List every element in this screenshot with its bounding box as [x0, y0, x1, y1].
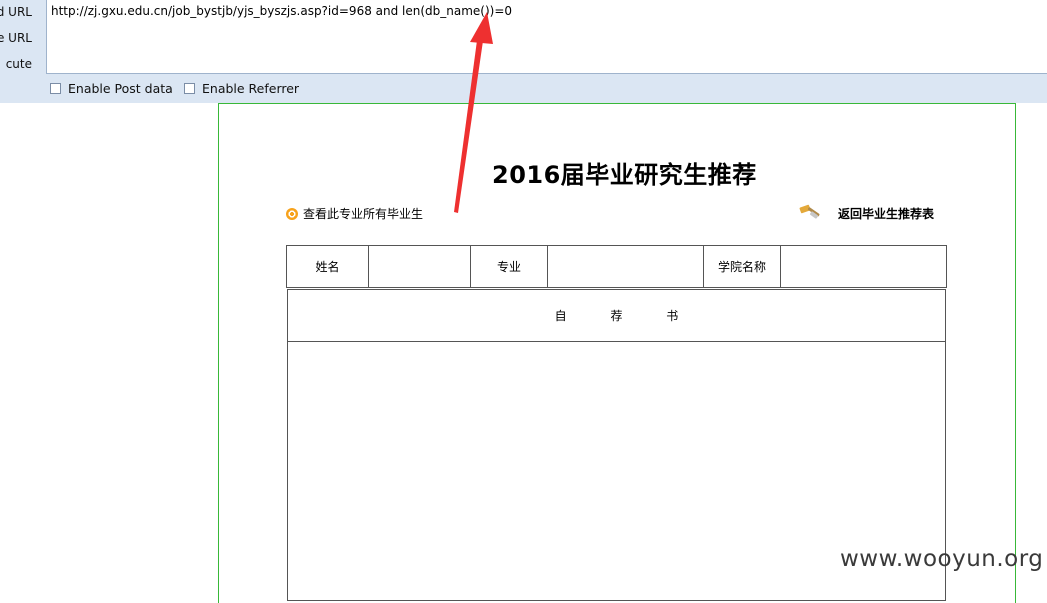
url-input[interactable]: http://zj.gxu.edu.cn/job_bystjb/yjs_bysz… — [46, 0, 1047, 74]
table-row: 姓名 专业 学院名称 — [286, 245, 947, 288]
split-url-button[interactable]: e URL — [0, 31, 32, 45]
name-value-cell — [368, 245, 471, 288]
load-url-button[interactable]: d URL — [0, 5, 32, 19]
annotation-arrow — [454, 12, 493, 213]
back-to-list-label: 返回毕业生推荐表 — [838, 206, 935, 221]
enable-referrer-option[interactable]: Enable Referrer — [184, 81, 299, 96]
enable-post-option[interactable]: Enable Post data — [50, 81, 173, 96]
enable-post-label: Enable Post data — [68, 81, 173, 96]
watermark: www.wooyun.org — [840, 546, 1044, 572]
hammer-icon — [799, 204, 820, 219]
major-label-cell: 专业 — [470, 245, 548, 288]
college-label-cell: 学院名称 — [703, 245, 781, 288]
enable-referrer-checkbox[interactable] — [184, 83, 195, 94]
hackbar-side-labels: d URL e URL cute — [0, 0, 46, 74]
view-all-graduates-label: 查看此专业所有毕业生 — [303, 207, 424, 221]
self-recommendation-heading: 自 荐 书 — [287, 289, 946, 342]
back-to-list-link[interactable]: 返回毕业生推荐表 — [798, 203, 934, 223]
enable-post-checkbox[interactable] — [50, 83, 61, 94]
graduate-info-table: 姓名 专业 学院名称 — [286, 245, 947, 288]
page-title: 2016届毕业研究生推荐 — [492, 161, 757, 189]
execute-button[interactable]: cute — [6, 57, 32, 71]
name-label-cell: 姓名 — [286, 245, 369, 288]
hackbar-panel: d URL e URL cute http://zj.gxu.edu.cn/jo… — [0, 0, 1047, 103]
target-icon — [286, 207, 298, 220]
major-value-cell — [547, 245, 704, 288]
college-value-cell — [780, 245, 947, 288]
enable-referrer-label: Enable Referrer — [202, 81, 300, 96]
view-all-graduates-link[interactable]: 查看此专业所有毕业生 — [286, 205, 423, 222]
